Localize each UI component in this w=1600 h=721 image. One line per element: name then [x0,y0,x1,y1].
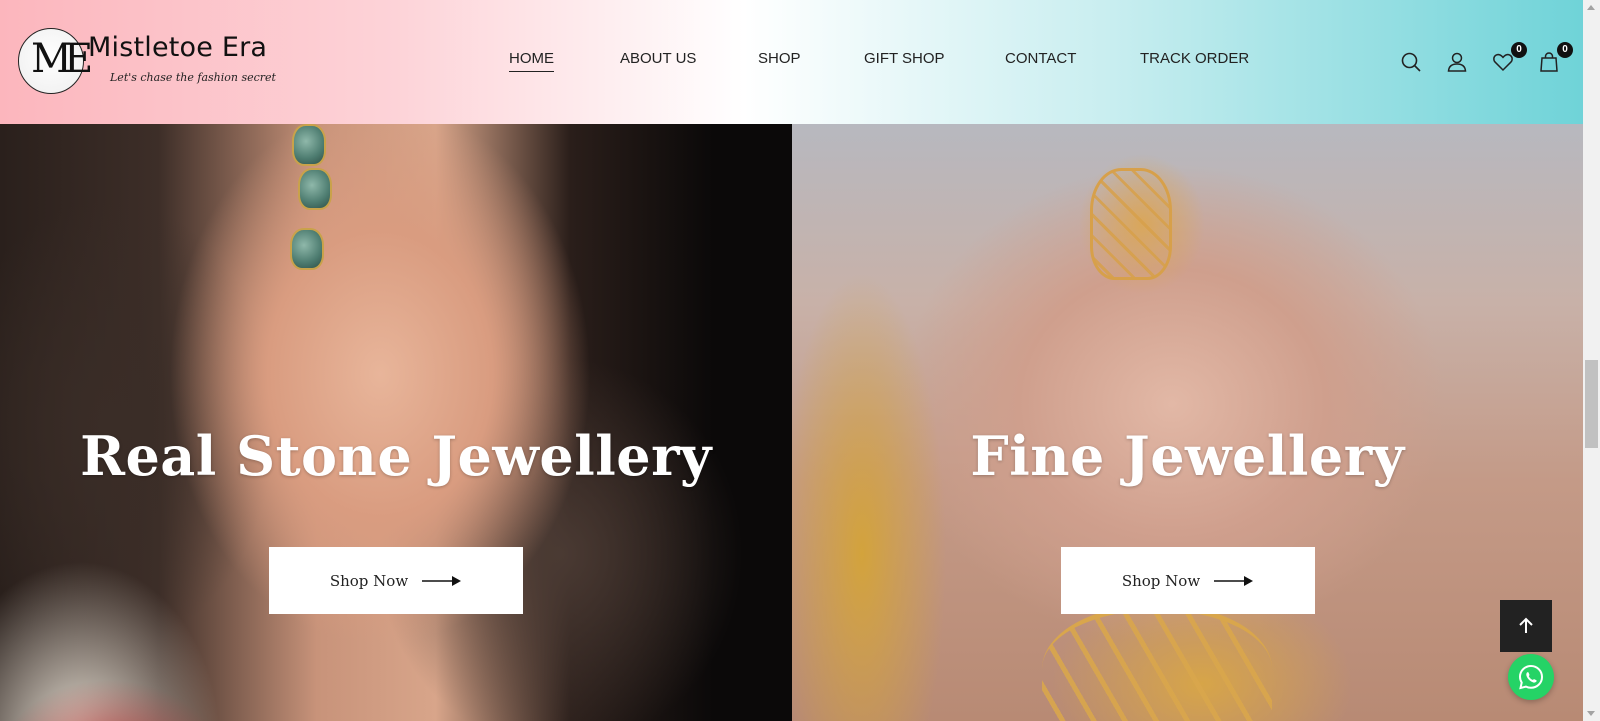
earring-stone-image [292,124,326,166]
earring-stone-image [290,228,324,270]
back-to-top-button[interactable] [1500,600,1552,652]
logo-monogram: ME [31,36,93,82]
wishlist-button[interactable]: 0 [1491,42,1527,76]
nav-track-order[interactable]: TRACK ORDER [1140,50,1249,71]
nav-contact[interactable]: CONTACT [1005,50,1076,71]
banner-fine-jewellery[interactable]: Fine Jewellery Shop Now [792,124,1583,721]
logo-title: Mistletoe Era [88,32,268,63]
banner-real-stone-jewellery[interactable]: Real Stone Jewellery Shop Now [0,124,792,721]
page-scrollbar[interactable] [1583,0,1600,721]
arrow-right-icon [422,575,462,586]
banner-title: Real Stone Jewellery [80,424,712,488]
nav-home[interactable]: HOME [509,50,554,72]
cart-count-badge: 0 [1557,42,1573,58]
nav-gift-shop[interactable]: GIFT SHOP [864,50,945,71]
cart-button[interactable]: 0 [1537,42,1573,76]
scroll-down-arrow-icon[interactable] [1587,711,1595,716]
user-icon[interactable] [1445,50,1471,76]
shop-now-label: Shop Now [1121,571,1201,590]
whatsapp-button[interactable] [1508,654,1554,700]
earring-stone-image [298,168,332,210]
nav-about-us[interactable]: ABOUT US [620,50,696,71]
scroll-thumb[interactable] [1585,360,1598,448]
site-logo[interactable]: ME Mistletoe Era Let's chase the fashion… [18,28,278,94]
arrow-right-icon [1214,575,1254,586]
search-icon[interactable] [1399,50,1425,76]
arrow-up-icon [1519,617,1533,633]
nav-shop[interactable]: SHOP [758,50,801,71]
logo-tagline: Let's chase the fashion secret [110,71,276,84]
wishlist-count-badge: 0 [1511,42,1527,58]
shop-now-button[interactable]: Shop Now [1061,547,1315,614]
logo-emblem: ME [18,28,93,94]
site-header: ME Mistletoe Era Let's chase the fashion… [0,0,1583,124]
banner-title: Fine Jewellery [970,424,1405,488]
scroll-up-arrow-icon[interactable] [1587,5,1595,10]
shop-now-label: Shop Now [329,571,409,590]
whatsapp-icon [1518,664,1544,690]
shop-now-button[interactable]: Shop Now [269,547,523,614]
ring-image [1090,168,1172,280]
cuff-image [1042,604,1272,721]
